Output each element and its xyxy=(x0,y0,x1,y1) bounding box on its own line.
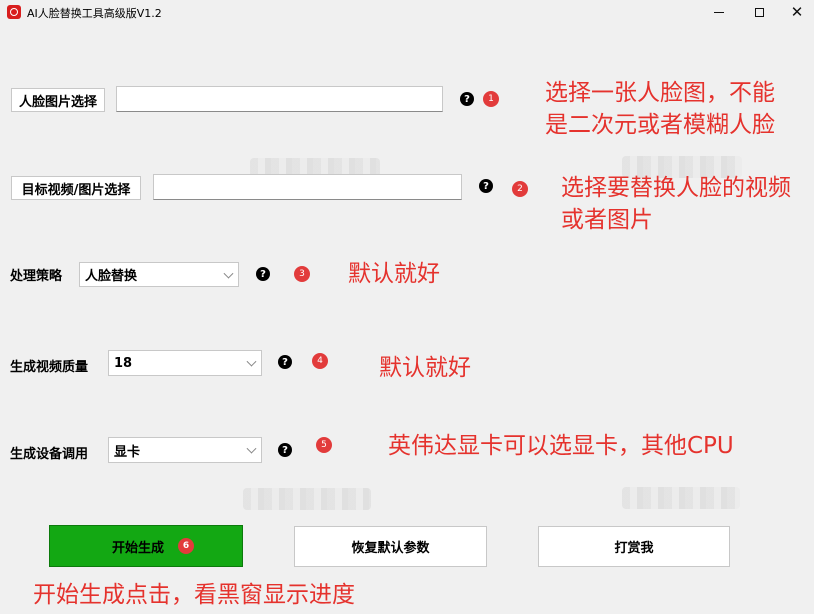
maximize-icon xyxy=(754,7,764,17)
face-image-select-button[interactable]: 人脸图片选择 xyxy=(11,88,105,112)
start-note: 开始生成点击，看黑窗显示进度 xyxy=(33,582,355,608)
minimize-button[interactable] xyxy=(700,0,738,24)
minimize-icon xyxy=(714,11,724,13)
blurred-watermark xyxy=(622,487,740,509)
window-title: AI人脸替换工具高级版V1.2 xyxy=(27,7,162,20)
chevron-down-icon xyxy=(246,443,257,454)
quality-dropdown[interactable]: 18 xyxy=(108,350,262,376)
strategy-help-icon[interactable]: ? xyxy=(256,267,270,281)
target-help-icon[interactable]: ? xyxy=(479,179,493,193)
maximize-button[interactable] xyxy=(740,0,778,24)
quality-note: 默认就好 xyxy=(379,355,471,381)
donate-button[interactable]: 打赏我 xyxy=(538,526,730,567)
device-help-icon[interactable]: ? xyxy=(278,443,292,457)
close-button[interactable]: ✕ xyxy=(778,0,814,24)
device-selected-value: 显卡 xyxy=(114,444,141,460)
close-icon: ✕ xyxy=(790,3,804,21)
device-label: 生成设备调用 xyxy=(10,447,89,462)
reset-defaults-button[interactable]: 恢复默认参数 xyxy=(294,526,487,567)
step-badge-3: 3 xyxy=(294,266,310,282)
strategy-label: 处理策略 xyxy=(10,269,63,284)
step-badge-4: 4 xyxy=(312,353,328,369)
target-path-field[interactable] xyxy=(153,174,462,200)
face-help-icon[interactable]: ? xyxy=(460,92,474,106)
chevron-down-icon xyxy=(246,356,257,367)
step-badge-1: 1 xyxy=(483,91,499,107)
quality-selected-value: 18 xyxy=(114,355,133,371)
face-note-line1: 选择一张人脸图，不能 xyxy=(545,80,775,106)
device-note: 英伟达显卡可以选显卡，其他CPU xyxy=(388,433,734,459)
chevron-down-icon xyxy=(223,268,234,279)
blurred-watermark xyxy=(243,488,371,510)
app-logo-icon xyxy=(7,5,21,19)
strategy-selected-value: 人脸替换 xyxy=(85,269,138,284)
face-note-line2: 是二次元或者模糊人脸 xyxy=(545,112,775,138)
quality-label: 生成视频质量 xyxy=(10,360,89,375)
face-image-path-field[interactable] xyxy=(116,86,443,112)
step-badge-2: 2 xyxy=(512,181,528,197)
target-note-line1: 选择要替换人脸的视频 xyxy=(561,175,791,201)
title-bar: AI人脸替换工具高级版V1.2 ✕ xyxy=(0,0,814,24)
target-note-line2: 或者图片 xyxy=(561,207,653,233)
strategy-note: 默认就好 xyxy=(348,261,440,287)
quality-help-icon[interactable]: ? xyxy=(278,355,292,369)
step-badge-6: 6 xyxy=(178,538,194,554)
start-generate-label: 开始生成 xyxy=(111,540,164,556)
target-select-button[interactable]: 目标视频/图片选择 xyxy=(11,176,141,200)
strategy-dropdown[interactable]: 人脸替换 xyxy=(79,262,239,287)
step-badge-5: 5 xyxy=(316,437,332,453)
device-dropdown[interactable]: 显卡 xyxy=(108,437,262,463)
start-generate-button[interactable]: 开始生成 6 xyxy=(49,525,243,567)
